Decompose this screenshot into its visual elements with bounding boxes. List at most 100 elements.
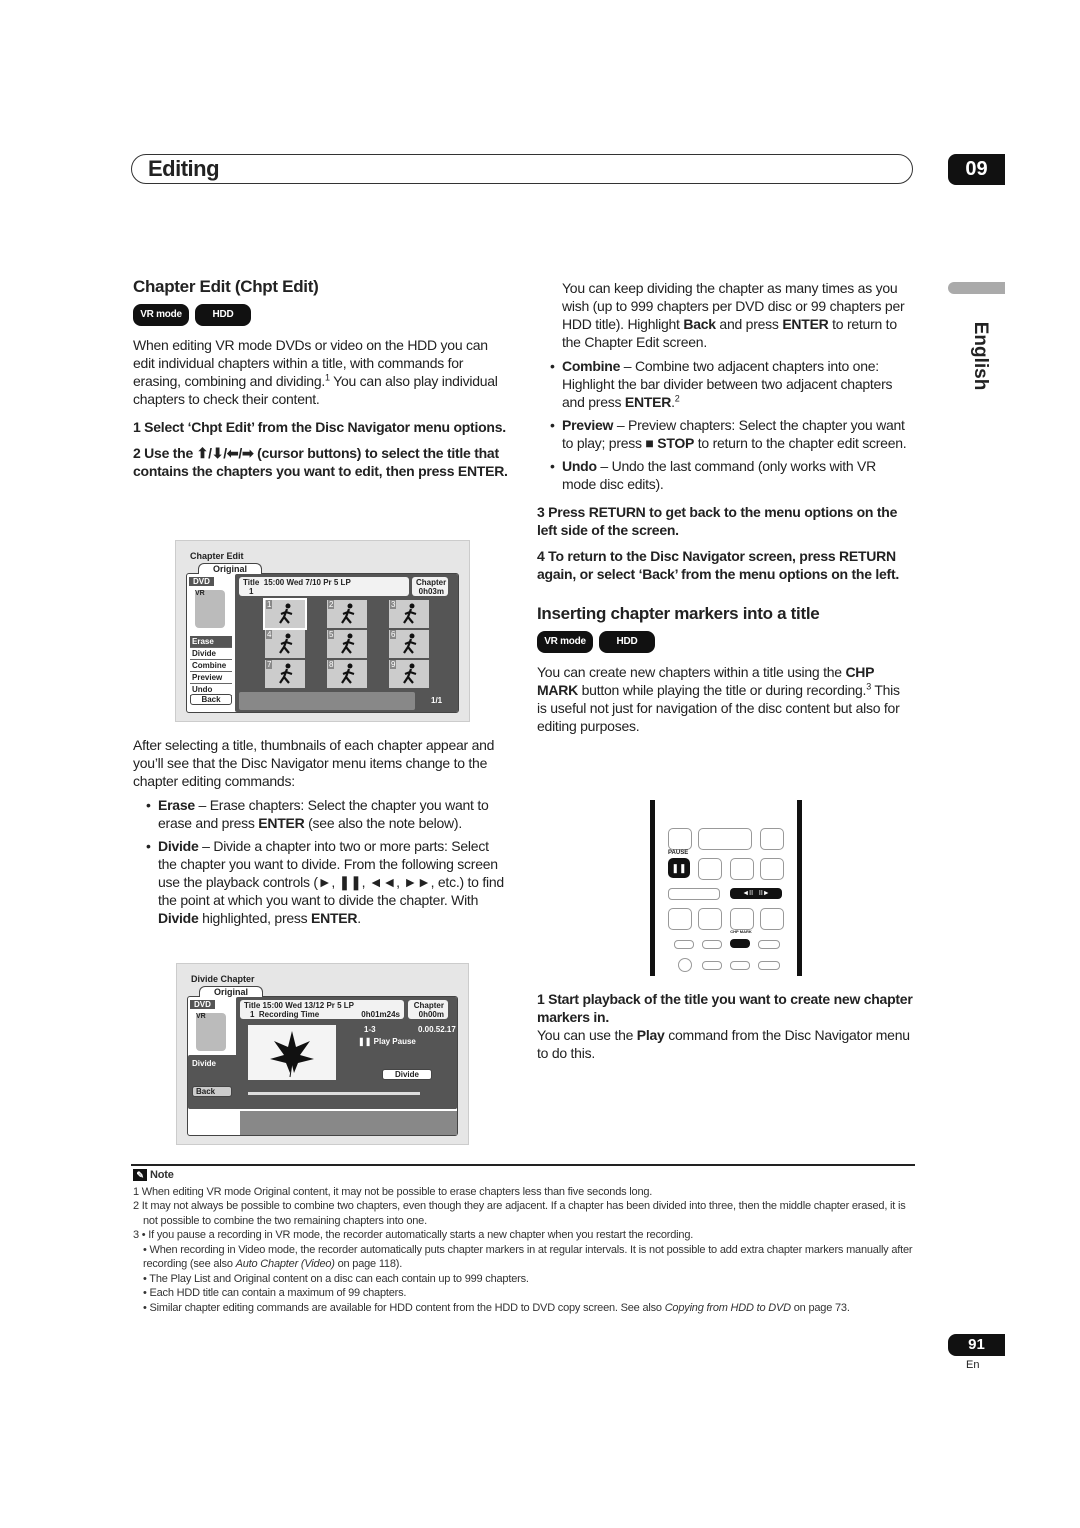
title-info: Title 15:00 Wed 13/12 Pr 5 LP 1 Recording… — [240, 1000, 404, 1019]
person-icon — [403, 603, 417, 624]
divide-button[interactable]: Divide — [382, 1069, 432, 1080]
thumbnail-number: 2 — [328, 600, 335, 609]
text-segment: Undo — [562, 458, 597, 474]
chp-mark-label: CHP MARK — [730, 929, 752, 934]
page-number: 91 — [948, 1334, 1005, 1356]
bullet-undo: Undo – Undo the last command (only works… — [537, 457, 913, 493]
text-segment: • The Play List and Original content on … — [143, 1272, 529, 1285]
left-column: Chapter Edit (Chpt Edit) VR mode HDD When… — [133, 278, 510, 488]
footnote: • Similar chapter editing commands are a… — [133, 1301, 915, 1316]
chapter-thumbnail[interactable]: 8 — [327, 660, 367, 688]
text-segment: Divide — [158, 910, 199, 926]
thumbnail-number: 8 — [328, 660, 335, 669]
person-icon — [403, 633, 417, 654]
menu-item-combine[interactable]: Combine — [190, 660, 232, 672]
intro-paragraph-2: You can create new chapters within a tit… — [537, 663, 913, 735]
text-segment: Preview — [562, 417, 614, 433]
bullet-preview: Preview – Preview chapters: Select the c… — [537, 416, 913, 452]
pause-label: PAUSE — [668, 850, 689, 856]
original-tab[interactable]: Original — [198, 563, 263, 574]
person-icon — [341, 633, 355, 654]
text-segment: ENTER — [624, 394, 672, 410]
text-segment: • Each HDD title can contain a maximum o… — [143, 1287, 407, 1299]
step-buttons[interactable]: ◄II II► — [730, 888, 782, 899]
footnote: 1 When editing VR mode Original content,… — [133, 1185, 915, 1200]
vr-mode-badge: VR mode — [133, 304, 189, 326]
text-segment: Auto Chapter (Video) — [235, 1258, 335, 1270]
footnote-number: 3 — [133, 1229, 139, 1241]
step-1-markers: 1 Start playback of the title you want t… — [537, 991, 913, 1025]
chapter-thumbnail[interactable]: 7 — [265, 660, 305, 688]
note-divider — [131, 1164, 915, 1166]
chapter-thumbnail[interactable]: 1 — [263, 598, 307, 630]
text-segment: Back — [683, 316, 716, 332]
chapter-edit-screenshot: Chapter Edit DVD VR Erase Divide Combine… — [175, 540, 470, 722]
thumbnail-number: 4 — [266, 630, 273, 639]
text-segment: on page 73. — [790, 1301, 850, 1314]
back-button[interactable]: Back — [192, 1086, 232, 1097]
text-segment: and press — [715, 316, 783, 332]
status-bar — [239, 692, 415, 710]
person-icon — [341, 603, 355, 624]
text-segment: on page 118). — [334, 1258, 403, 1270]
intro-paragraph: When editing VR mode DVDs or video on th… — [133, 336, 510, 408]
bullet-combine: Combine – Combine two adjacent chapters … — [537, 357, 913, 411]
text-segment: Divide — [158, 838, 199, 854]
person-icon — [279, 603, 293, 624]
footnote: 3 • If you pause a recording in VR mode,… — [133, 1228, 915, 1243]
chapter-info: Chapter 0h00m — [408, 1000, 448, 1019]
chapter-thumbnail[interactable]: 6 — [389, 630, 429, 658]
text-segment: ENTER — [782, 316, 829, 332]
left-column-lower: After selecting a title, thumbnails of e… — [133, 736, 510, 932]
menu-item-divide: Divide — [192, 1059, 217, 1068]
text-segment: to return to the chapter edit screen. — [694, 435, 907, 451]
text-segment: • If you pause a recording in VR mode, t… — [141, 1229, 694, 1241]
chapter-thumbnail[interactable]: 3 — [389, 600, 429, 628]
footnote: • When recording in Video mode, the reco… — [133, 1243, 915, 1272]
text-segment: ENTER — [258, 815, 305, 831]
section-heading-2: Inserting chapter markers into a title — [537, 604, 820, 623]
chapter-thumbnail[interactable]: 2 — [327, 600, 367, 628]
chapter-info: Chapter 0h03m — [412, 577, 448, 596]
chapter-number-tab: 09 — [948, 154, 1005, 185]
vr-disc-icon: VR — [195, 590, 225, 628]
bullet-erase: Erase – Erase chapters: Select the chapt… — [133, 796, 510, 832]
section-title: Editing — [148, 156, 220, 181]
after-selecting-paragraph: After selecting a title, thumbnails of e… — [133, 737, 495, 789]
text-segment: . — [357, 910, 361, 926]
step-4: 4 To return to the Disc Navigator screen… — [537, 548, 900, 582]
menu-item-erase[interactable]: Erase — [190, 636, 232, 648]
hdd-badge: HDD — [195, 304, 251, 326]
step-1: 1 Select ‘Chpt Edit’ from the Disc Navig… — [133, 419, 506, 435]
chapter-thumbnail[interactable]: 4 — [265, 630, 305, 658]
original-tab[interactable]: Original — [199, 986, 264, 997]
play-status: ❚❚ Play Pause — [358, 1037, 416, 1046]
timecode: 0.00.52.17 — [418, 1025, 456, 1034]
text-segment: ENTER — [311, 910, 358, 926]
person-icon — [279, 633, 293, 654]
text-segment: Play — [636, 1027, 665, 1043]
screen-title: Chapter Edit — [190, 551, 244, 561]
maple-leaf-icon — [270, 1031, 314, 1078]
pause-button[interactable]: ❚❚ — [668, 858, 690, 878]
back-button[interactable]: Back — [190, 694, 232, 705]
remote-control-illustration: PAUSE ❚❚ ◄II II► CHP MARK — [650, 800, 802, 976]
chapter-thumbnail[interactable]: 5 — [327, 630, 367, 658]
continued-paragraph: You can keep dividing the chapter as man… — [537, 279, 913, 351]
text-segment: When editing VR mode Original content, i… — [141, 1185, 653, 1198]
divide-chapter-screenshot: Divide Chapter DVD VR Title 15:00 Wed 13… — [176, 963, 469, 1145]
language-tab: English — [970, 321, 991, 391]
step-3: 3 Press RETURN to get back to the menu o… — [537, 504, 898, 538]
text-segment: button while playing the title or during… — [578, 682, 867, 698]
chapter-timeline[interactable] — [248, 1092, 420, 1095]
chp-mark-button[interactable] — [730, 939, 750, 948]
menu-item-divide[interactable]: Divide — [190, 648, 232, 660]
footnote: 2 It may not always be possible to combi… — [133, 1199, 915, 1228]
step-2: 2 Use the ⬆/⬇/⬅/➡ (cursor buttons) to se… — [133, 445, 508, 479]
text-segment: – Undo the last command (only works with… — [562, 458, 876, 492]
note-icon: ✎ — [133, 1169, 147, 1182]
bullet-divide: Divide – Divide a chapter into two or mo… — [133, 837, 510, 927]
chapter-thumbnail[interactable]: 9 — [389, 660, 429, 688]
menu-item-preview[interactable]: Preview — [190, 672, 232, 684]
vr-disc-icon: VR — [196, 1013, 226, 1051]
